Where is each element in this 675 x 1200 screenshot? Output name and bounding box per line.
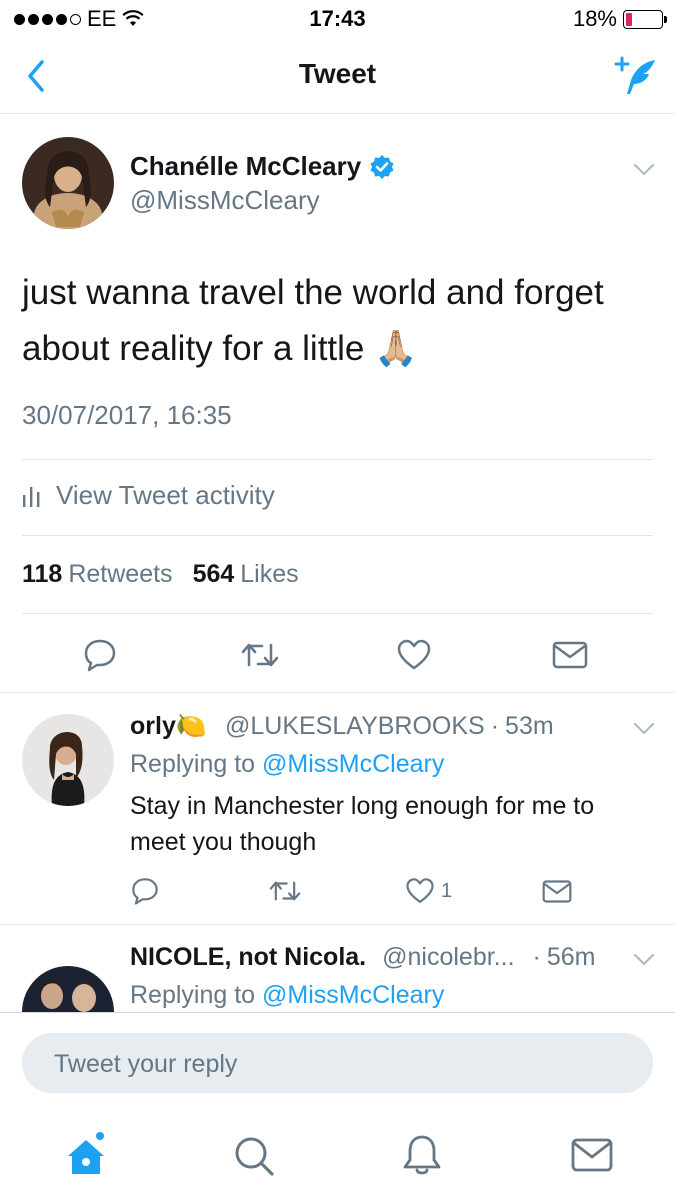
like-icon bbox=[406, 878, 434, 903]
reply-input[interactable]: Tweet your reply bbox=[22, 1033, 653, 1093]
author-avatar[interactable] bbox=[22, 137, 114, 229]
reply-author-name[interactable]: NICOLE, not Nicola. bbox=[130, 943, 366, 972]
retweet-icon[interactable] bbox=[268, 876, 302, 906]
page-title: Tweet bbox=[298, 58, 377, 89]
reply-icon[interactable] bbox=[82, 637, 118, 673]
chevron-down-icon[interactable] bbox=[633, 722, 655, 736]
replying-to-prefix: Replying to bbox=[130, 981, 256, 1009]
author-name-text: Chanélle McCleary bbox=[130, 151, 362, 181]
replying-to-link[interactable]: @MissMcCleary bbox=[262, 750, 444, 778]
reply-time: 56m bbox=[546, 943, 596, 971]
search-icon[interactable] bbox=[232, 1132, 276, 1178]
separator-dot: · bbox=[490, 712, 500, 740]
reply-author-handle[interactable]: @nicolebr... bbox=[382, 943, 514, 972]
home-icon[interactable] bbox=[64, 1132, 108, 1178]
view-tweet-activity[interactable]: View Tweet activity bbox=[22, 480, 275, 511]
retweets-label[interactable]: Retweets bbox=[68, 560, 172, 589]
battery-icon bbox=[623, 9, 667, 29]
divider bbox=[0, 692, 675, 693]
reply-header: NICOLE, not Nicola. @nicolebr... · 56m bbox=[130, 943, 595, 972]
notifications-icon[interactable] bbox=[400, 1132, 444, 1178]
view-tweet-activity-label: View Tweet activity bbox=[56, 480, 275, 510]
verified-icon bbox=[370, 154, 394, 179]
battery-percent: 18% bbox=[572, 6, 617, 31]
tweet-actions bbox=[0, 635, 675, 675]
reply-avatar[interactable] bbox=[22, 714, 114, 806]
divider bbox=[0, 924, 675, 925]
messages-icon[interactable] bbox=[570, 1132, 614, 1178]
reply-composer-bar: Tweet your reply bbox=[0, 1012, 675, 1112]
reply-author-name[interactable]: orly🍋 bbox=[130, 712, 207, 741]
tweet-text: just wanna travel the world and forget a… bbox=[22, 273, 604, 368]
retweet-icon[interactable] bbox=[240, 637, 280, 673]
replying-to: Replying to @MissMcCleary bbox=[130, 750, 444, 779]
dm-icon[interactable] bbox=[542, 878, 572, 905]
dm-icon[interactable] bbox=[552, 639, 588, 671]
tab-bar bbox=[0, 1112, 675, 1200]
divider bbox=[22, 613, 653, 614]
likes-count[interactable]: 564 bbox=[193, 560, 235, 589]
author-name[interactable]: Chanélle McCleary bbox=[130, 151, 395, 182]
chevron-down-icon[interactable] bbox=[633, 953, 655, 967]
reply-icon[interactable] bbox=[130, 876, 160, 906]
reply-text: Stay in Manchester long enough for me to… bbox=[130, 792, 595, 856]
author-handle[interactable]: @MissMcCleary bbox=[130, 185, 320, 216]
stats-icon bbox=[23, 486, 40, 507]
like-icon[interactable] bbox=[396, 637, 432, 673]
tweet-timestamp: 30/07/2017, 16:35 bbox=[22, 400, 232, 430]
likes-label[interactable]: Likes bbox=[240, 560, 298, 589]
navigation-bar: Tweet bbox=[0, 40, 675, 114]
replying-to-prefix: Replying to bbox=[130, 750, 256, 778]
reply-header: orly🍋 @LUKESLAYBROOKS · 53m bbox=[130, 712, 554, 741]
replying-to: Replying to @MissMcCleary bbox=[130, 981, 444, 1010]
status-bar: EE 17:43 18% bbox=[0, 0, 675, 40]
reply-time: 53m bbox=[505, 712, 554, 740]
battery-status: 18% bbox=[572, 6, 667, 32]
chevron-down-icon[interactable] bbox=[633, 163, 655, 177]
like-button[interactable]: 1 bbox=[405, 876, 452, 906]
engagement-stats: 118 Retweets 564 Likes bbox=[22, 560, 299, 589]
divider bbox=[22, 535, 653, 536]
reply-author-handle[interactable]: @LUKESLAYBROOKS bbox=[225, 712, 485, 741]
divider bbox=[22, 459, 653, 460]
retweets-count[interactable]: 118 bbox=[22, 560, 62, 589]
compose-icon[interactable] bbox=[613, 54, 659, 100]
separator-dot: · bbox=[532, 943, 541, 971]
replying-to-link[interactable]: @MissMcCleary bbox=[262, 981, 444, 1009]
like-count: 1 bbox=[441, 879, 453, 902]
